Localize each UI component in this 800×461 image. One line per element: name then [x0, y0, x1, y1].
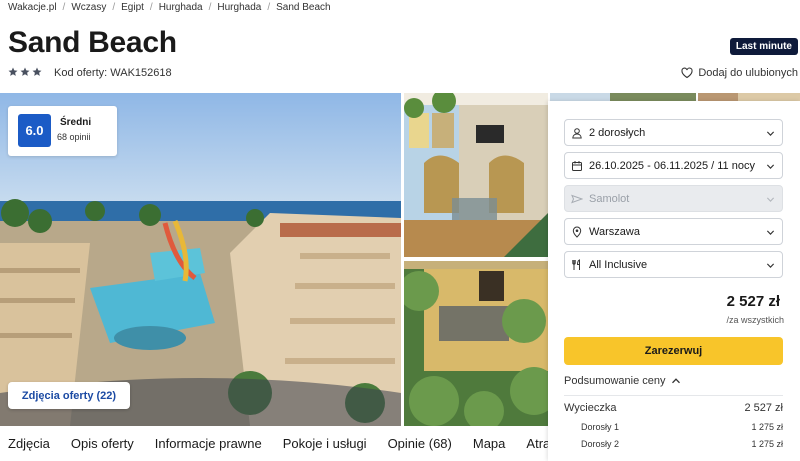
- breadcrumb-item[interactable]: Egipt: [121, 2, 144, 13]
- transport-value: Samolot: [589, 192, 630, 205]
- transport-select: Samolot: [564, 185, 783, 212]
- offer-code: Kod oferty: WAK152618: [54, 67, 172, 79]
- departure-select[interactable]: Warszawa: [564, 218, 783, 245]
- section-tabs: Zdjęcia Opis oferty Informacje prawne Po…: [0, 426, 548, 461]
- price-line-label: Dorosły 1: [581, 422, 620, 432]
- garden-photo[interactable]: [404, 261, 548, 426]
- price-summary-label: Podsumowanie ceny: [564, 375, 666, 387]
- tab-reviews[interactable]: Opinie (68): [388, 436, 452, 451]
- book-button[interactable]: Zarezerwuj: [564, 337, 783, 365]
- star-icon: [32, 67, 42, 76]
- main-hotel-photo[interactable]: 6.0 Średni 68 opinii Zdjęcia oferty (22): [0, 93, 401, 426]
- tab-legal-info[interactable]: Informacje prawne: [155, 436, 262, 451]
- heart-icon: [681, 67, 693, 79]
- last-minute-badge: Last minute: [729, 38, 798, 55]
- location-pin-icon: [571, 226, 583, 238]
- rating-label: Średni: [60, 117, 92, 128]
- star-icon: [20, 67, 30, 76]
- price-line-label: Dorosły 2: [581, 439, 620, 449]
- departure-value: Warszawa: [589, 225, 640, 238]
- breadcrumb-item[interactable]: Hurghada: [159, 2, 203, 13]
- tab-map[interactable]: Mapa: [473, 436, 506, 451]
- hotel-stars: [8, 67, 42, 77]
- price-line-value: 1 275 zł: [751, 439, 783, 449]
- calendar-icon: [571, 160, 583, 172]
- breadcrumb: Wakacje.pl / Wczasy / Egipt / Hurghada / Hur…: [8, 2, 331, 13]
- price-line-value: 2 527 zł: [744, 402, 783, 414]
- breadcrumb-separator: /: [208, 2, 212, 13]
- chevron-down-icon: [766, 263, 775, 268]
- travelers-select[interactable]: 2 dorosłych: [564, 119, 783, 146]
- travelers-value: 2 dorosłych: [589, 126, 646, 139]
- rating-score: 6.0: [18, 114, 51, 147]
- reviews-count[interactable]: 68 opinii: [57, 132, 91, 142]
- divider: [564, 395, 783, 396]
- offer-photos-button[interactable]: Zdjęcia oferty (22): [8, 382, 130, 409]
- person-icon: [571, 127, 583, 139]
- chevron-up-icon: [671, 378, 680, 384]
- breadcrumb-separator: /: [112, 2, 116, 13]
- board-select[interactable]: All Inclusive: [564, 251, 783, 278]
- breadcrumb-item[interactable]: Hurghada: [217, 2, 261, 13]
- breadcrumb-item-current: Sand Beach: [276, 2, 331, 13]
- price-line: Wycieczka 2 527 zł: [564, 402, 783, 414]
- room-interior-image: [404, 93, 548, 257]
- breadcrumb-item[interactable]: Wczasy: [71, 2, 106, 13]
- room-photo[interactable]: [404, 93, 548, 257]
- chevron-down-icon: [766, 164, 775, 169]
- dates-select[interactable]: 26.10.2025 - 06.11.2025 / 11 nocy: [564, 152, 783, 179]
- tab-rooms-services[interactable]: Pokoje i usługi: [283, 436, 367, 451]
- breadcrumb-separator: /: [62, 2, 66, 13]
- plane-icon: [571, 193, 583, 205]
- breadcrumb-separator: /: [149, 2, 153, 13]
- price-line: Dorosły 2 1 275 zł: [564, 439, 783, 449]
- dates-value: 26.10.2025 - 06.11.2025 / 11 nocy: [589, 159, 755, 172]
- tab-offer-description[interactable]: Opis oferty: [71, 436, 134, 451]
- breadcrumb-item[interactable]: Wakacje.pl: [8, 2, 57, 13]
- cutlery-icon: [571, 258, 583, 271]
- price-summary-toggle[interactable]: Podsumowanie ceny: [564, 375, 681, 387]
- favorites-label: Dodaj do ulubionych: [698, 67, 798, 79]
- price-line: Dorosły 1 1 275 zł: [564, 422, 783, 432]
- price-line-value: 1 275 zł: [751, 422, 783, 432]
- breadcrumb-separator: /: [267, 2, 271, 13]
- add-to-favorites-button[interactable]: Dodaj do ulubionych: [681, 67, 798, 79]
- rating-card[interactable]: 6.0 Średni 68 opinii: [8, 106, 117, 156]
- chevron-down-icon: [766, 131, 775, 136]
- total-price: 2 527 zł: [726, 293, 780, 310]
- tab-attractions[interactable]: Atrakcje: [526, 436, 548, 451]
- booking-panel: 2 dorosłych 26.10.2025 - 06.11.2025 / 11…: [548, 101, 800, 461]
- garden-building-image: [404, 261, 548, 426]
- page-title: Sand Beach: [8, 26, 177, 59]
- price-line-label: Wycieczka: [564, 402, 617, 414]
- chevron-down-icon: [766, 197, 775, 202]
- board-value: All Inclusive: [589, 258, 648, 271]
- tab-photos[interactable]: Zdjęcia: [8, 436, 50, 451]
- price-note: /za wszystkich: [726, 315, 784, 325]
- star-icon: [8, 67, 18, 76]
- chevron-down-icon: [766, 230, 775, 235]
